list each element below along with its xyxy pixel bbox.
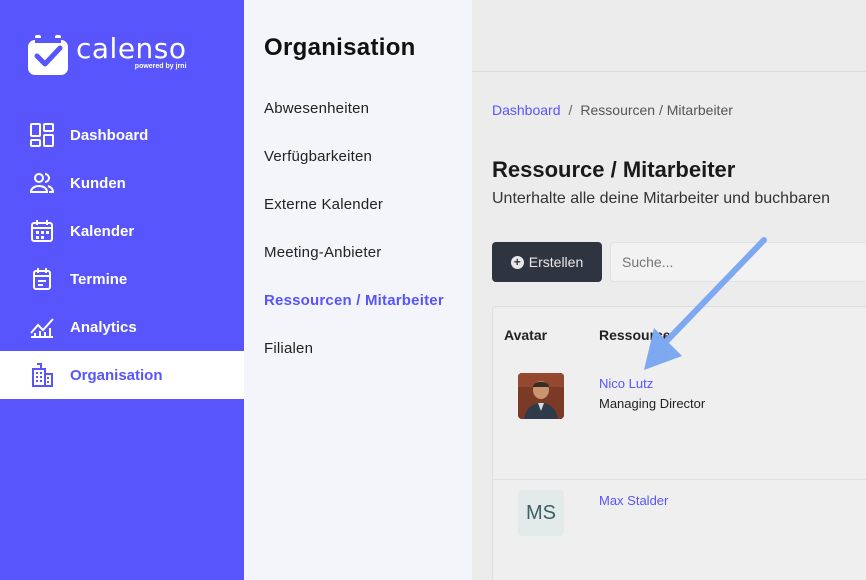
breadcrumb-current: Ressourcen / Mitarbeiter: [580, 102, 733, 118]
avatar: [518, 373, 564, 419]
sidebar-item-label: Kunden: [70, 174, 126, 192]
analytics-icon: [29, 314, 55, 340]
avatar-initials: MS: [518, 490, 564, 536]
row-divider: [493, 479, 866, 480]
sidebar-item-analytics[interactable]: Analytics: [0, 303, 244, 351]
subnav-item-abwesenheiten[interactable]: Abwesenheiten: [264, 84, 444, 132]
sidebar-item-label: Termine: [70, 270, 128, 288]
primary-sidebar: calenso powered by jrni Dashboard Kunden: [0, 0, 244, 580]
primary-nav: Dashboard Kunden Kalender Termine Analyt…: [0, 111, 244, 399]
organisation-subnav: Organisation Abwesenheiten Verfügbarkeit…: [244, 0, 472, 580]
plus-circle-icon: +: [510, 255, 524, 269]
resource-role: Managing Director: [599, 396, 706, 411]
sidebar-item-label: Kalender: [70, 222, 135, 240]
subnav-item-externe-kalender[interactable]: Externe Kalender: [264, 180, 444, 228]
customers-icon: [29, 170, 55, 196]
breadcrumb-dashboard-link[interactable]: Dashboard: [492, 102, 561, 118]
subnav-item-meeting-anbieter[interactable]: Meeting-Anbieter: [264, 228, 444, 276]
appointments-icon: [29, 266, 55, 292]
resources-table: Avatar Ressource Nico Lutz Managing Dire…: [492, 306, 866, 580]
page-subtitle: Unterhalte alle deine Mitarbeiter und bu…: [492, 190, 830, 207]
building-icon: [29, 362, 55, 388]
subnav-item-ressourcen[interactable]: Ressourcen / Mitarbeiter: [264, 276, 444, 324]
create-button-label: Erstellen: [528, 254, 584, 270]
sidebar-item-label: Organisation: [70, 366, 163, 384]
sidebar-item-kunden[interactable]: Kunden: [0, 159, 244, 207]
breadcrumb: Dashboard / Ressourcen / Mitarbeiter: [492, 102, 733, 118]
subnav-item-filialen[interactable]: Filialen: [264, 324, 444, 372]
page-title: Ressource / Mitarbeiter: [492, 157, 736, 182]
calendar-icon: [29, 218, 55, 244]
search-input[interactable]: [610, 242, 866, 282]
subnav-title: Organisation: [264, 34, 416, 61]
column-header-avatar: Avatar: [504, 327, 548, 343]
sidebar-item-label: Analytics: [70, 318, 137, 336]
brand-name: calenso: [76, 32, 187, 65]
calenso-logo[interactable]: calenso powered by jrni: [27, 34, 187, 76]
dashboard-icon: [29, 122, 55, 148]
create-button[interactable]: + Erstellen: [492, 242, 602, 282]
sidebar-item-label: Dashboard: [70, 126, 149, 144]
calendar-check-logo-icon: [27, 34, 69, 76]
sidebar-item-organisation[interactable]: Organisation: [0, 351, 244, 399]
subnav-item-verfuegbarkeiten[interactable]: Verfügbarkeiten: [264, 132, 444, 180]
top-bar: [472, 0, 866, 72]
resource-name-link[interactable]: Max Stalder: [599, 493, 668, 508]
main-content: Dashboard / Ressourcen / Mitarbeiter Resso…: [472, 0, 866, 580]
breadcrumb-separator: /: [568, 102, 573, 118]
resource-name-link[interactable]: Nico Lutz: [599, 376, 653, 391]
sidebar-item-dashboard[interactable]: Dashboard: [0, 111, 244, 159]
sidebar-item-termine[interactable]: Termine: [0, 255, 244, 303]
column-header-ressource: Ressource: [599, 327, 671, 343]
sidebar-item-kalender[interactable]: Kalender: [0, 207, 244, 255]
